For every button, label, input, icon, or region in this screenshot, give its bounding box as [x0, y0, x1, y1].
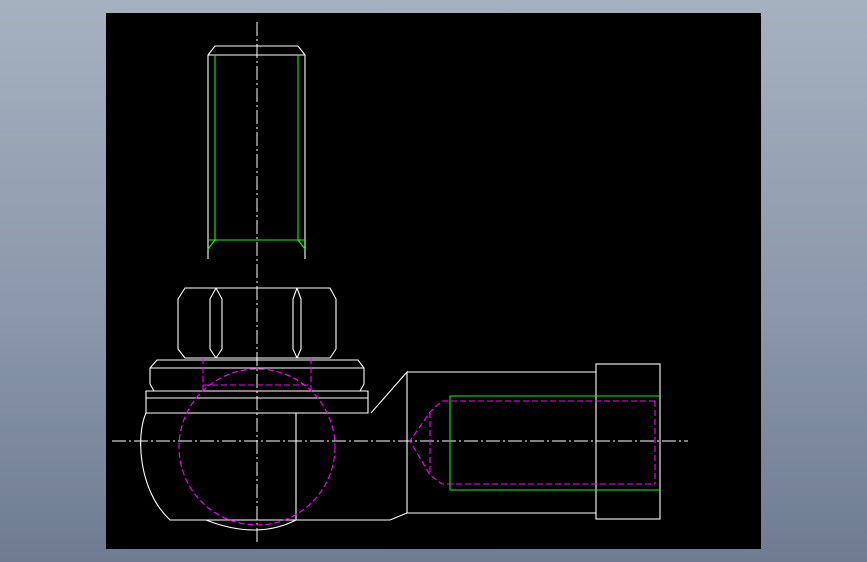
hex-nut-face-right — [292, 287, 298, 359]
hex-nut-face-mid — [215, 287, 223, 359]
hex-nut-face-right-2 — [296, 287, 302, 359]
hex-nut-face-left — [209, 287, 217, 359]
housing-outline — [140, 370, 408, 521]
center-lines — [112, 22, 688, 545]
stud-thread-runout-left — [207, 239, 216, 250]
cad-drawing — [112, 22, 688, 545]
stud-thread-runout-right — [297, 239, 306, 250]
ball-housing — [140, 368, 408, 531]
hidden-tap-drill — [409, 400, 655, 485]
